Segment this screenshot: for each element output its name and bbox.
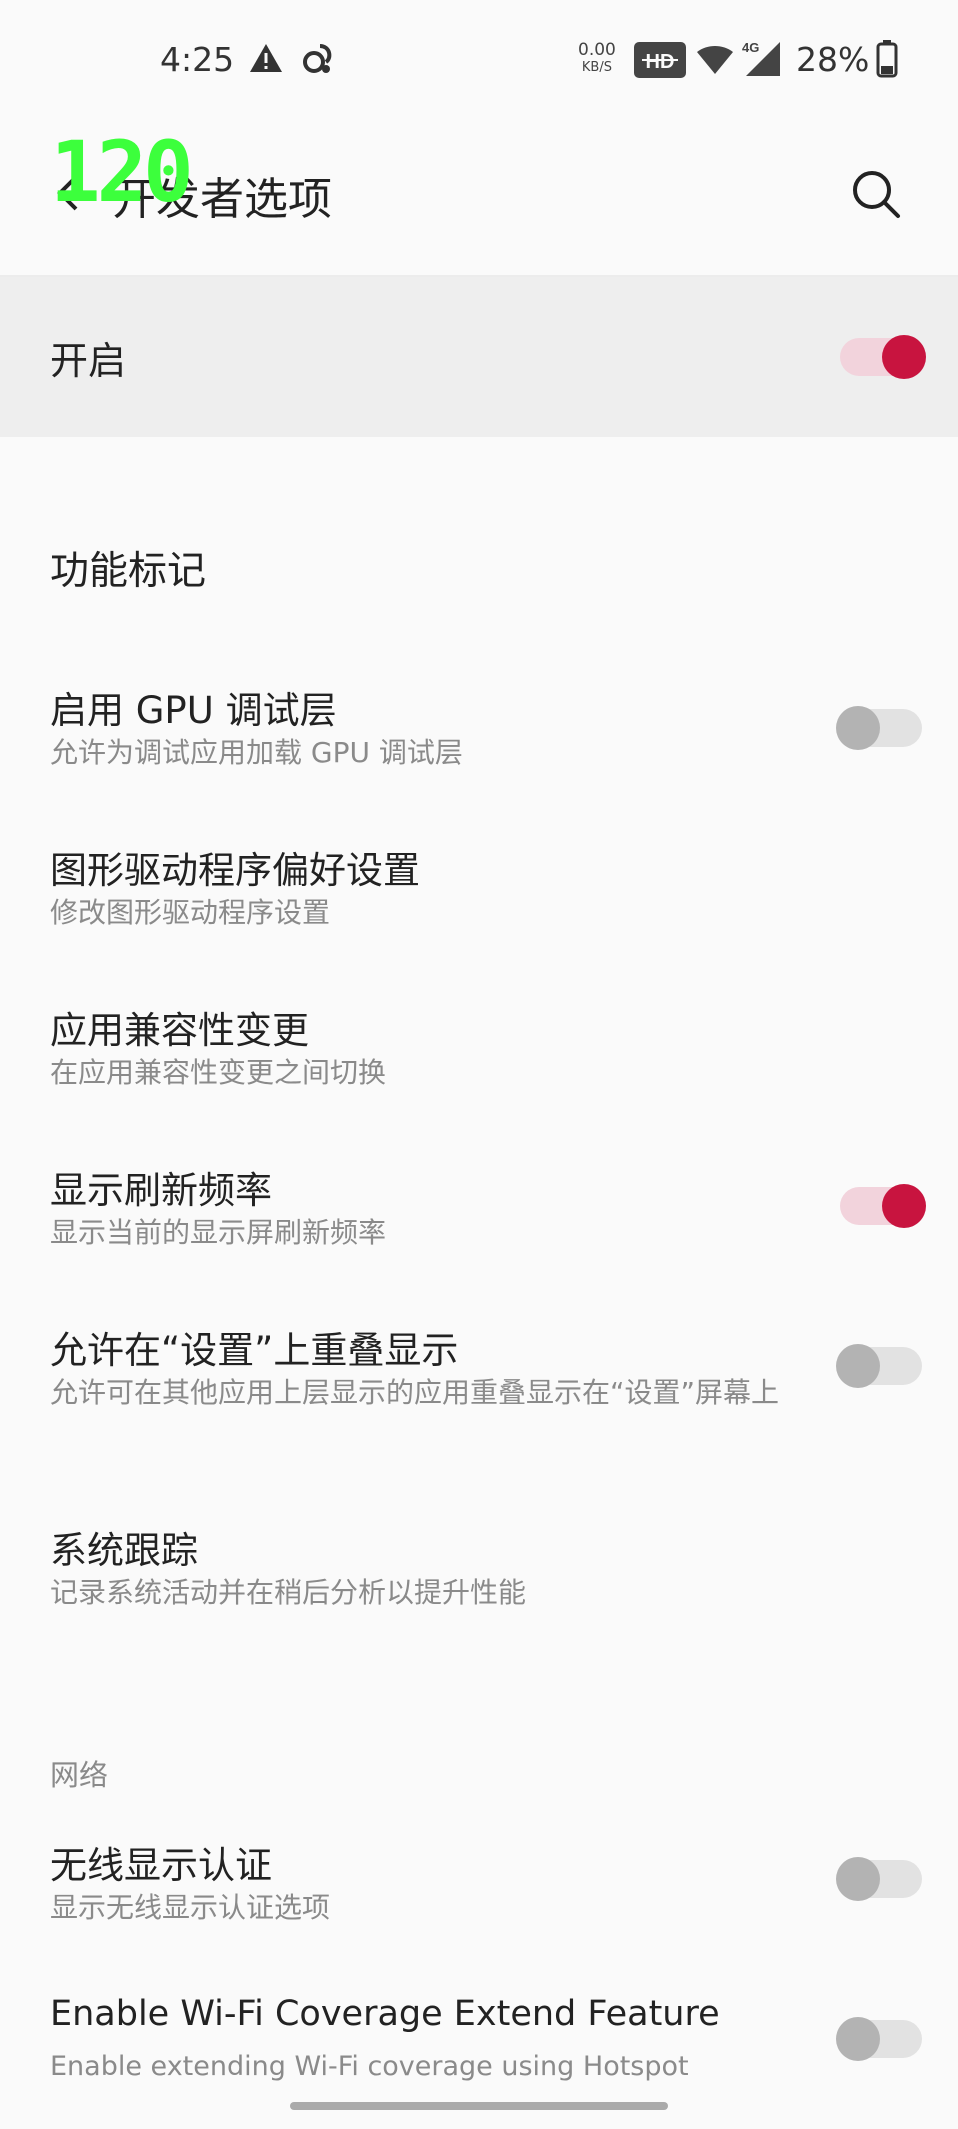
item-subtitle: 记录系统活动并在稍后分析以提升性能 bbox=[50, 1576, 527, 1609]
item-subtitle: 允许可在其他应用上层显示的应用重叠显示在“设置”屏幕上 bbox=[50, 1376, 780, 1409]
item-subtitle: 显示无线显示认证选项 bbox=[50, 1891, 331, 1924]
alert-triangle-icon bbox=[248, 40, 284, 80]
wireless-display-toggle[interactable] bbox=[836, 1857, 926, 1901]
item-title: 应用兼容性变更 bbox=[50, 1009, 309, 1052]
item-title: 允许在“设置”上重叠显示 bbox=[50, 1329, 459, 1372]
item-title: 系统跟踪 bbox=[50, 1529, 198, 1572]
battery-percent: 28% bbox=[796, 40, 870, 79]
item-subtitle: Enable extending Wi-Fi coverage using Ho… bbox=[50, 2051, 689, 2082]
item-title: 图形驱动程序偏好设置 bbox=[50, 849, 420, 892]
net-speed-unit: KB/S bbox=[581, 60, 612, 75]
master-switch-label: 开启 bbox=[50, 339, 127, 383]
toggle-thumb bbox=[882, 335, 926, 379]
item-title: 无线显示认证 bbox=[50, 1844, 272, 1887]
toggle-thumb bbox=[836, 1344, 880, 1388]
category-network: 网络 bbox=[50, 1758, 109, 1792]
item-subtitle: 在应用兼容性变更之间切换 bbox=[50, 1056, 387, 1089]
section-title: 功能标记 bbox=[50, 549, 207, 594]
item-title: Enable Wi-Fi Coverage Extend Feature bbox=[50, 1994, 720, 2034]
item-subtitle: 修改图形驱动程序设置 bbox=[50, 896, 331, 929]
status-bar: 4:25 0.00 KB/S HD 4G 28% bbox=[0, 0, 958, 120]
gpu-debug-toggle[interactable] bbox=[836, 706, 926, 750]
toggle-thumb bbox=[882, 1184, 926, 1228]
cell-signal-icon: 4G bbox=[740, 38, 782, 82]
master-toggle[interactable] bbox=[836, 335, 926, 379]
hd-badge-text: HD bbox=[646, 51, 675, 73]
hd-voice-icon: HD bbox=[634, 42, 686, 82]
fps-overlay: 120 bbox=[50, 123, 194, 221]
network-type-text: 4G bbox=[742, 40, 759, 55]
item-subtitle: 显示当前的显示屏刷新频率 bbox=[50, 1216, 387, 1249]
item-title: 显示刷新频率 bbox=[50, 1169, 272, 1212]
search-icon bbox=[853, 171, 900, 218]
squirrel-app-icon bbox=[300, 40, 336, 80]
item-title: 启用 GPU 调试层 bbox=[50, 689, 337, 732]
net-speed-value: 0.00 bbox=[578, 40, 616, 60]
toggle-thumb bbox=[836, 1857, 880, 1901]
gesture-nav-handle[interactable] bbox=[290, 2102, 668, 2110]
toggle-thumb bbox=[836, 2017, 880, 2061]
net-speed: 0.00 KB/S bbox=[578, 42, 616, 76]
wifi-icon bbox=[696, 44, 734, 80]
settings-overlay-toggle[interactable] bbox=[836, 1344, 926, 1388]
search-button[interactable] bbox=[848, 166, 904, 222]
wifi-coverage-toggle[interactable] bbox=[836, 2017, 926, 2061]
battery-icon bbox=[876, 40, 898, 82]
status-time: 4:25 bbox=[160, 40, 235, 79]
item-subtitle: 允许为调试应用加载 GPU 调试层 bbox=[50, 736, 463, 769]
refresh-rate-toggle[interactable] bbox=[836, 1184, 926, 1228]
toggle-thumb bbox=[836, 706, 880, 750]
master-switch-row[interactable]: 开启 bbox=[0, 277, 958, 437]
